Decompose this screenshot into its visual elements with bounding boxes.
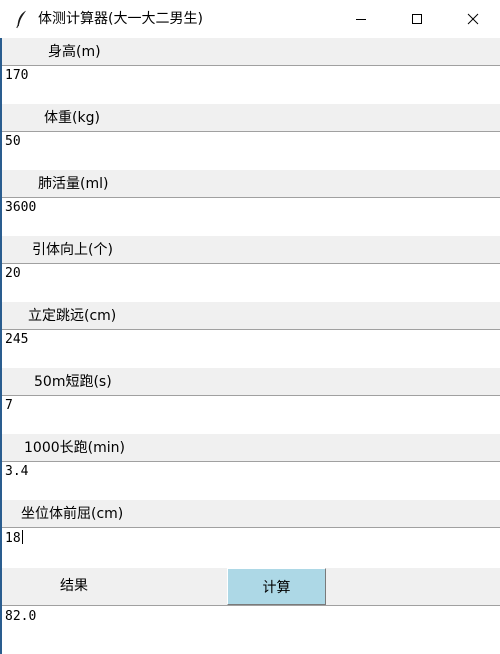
pull-ups-label-row: 引体向上(个) xyxy=(2,236,500,264)
result-row: 结果 计算 xyxy=(2,568,500,606)
feather-icon xyxy=(12,9,32,29)
run-1000m-value: 3.4 xyxy=(5,464,29,479)
result-label: 结果 xyxy=(60,578,88,594)
long-jump-input[interactable]: 245 xyxy=(2,330,500,368)
sit-reach-value: 18 xyxy=(5,530,23,547)
pull-ups-input[interactable]: 20 xyxy=(2,264,500,302)
run-1000m-input[interactable]: 3.4 xyxy=(2,462,500,500)
weight-input[interactable]: 50 xyxy=(2,132,500,170)
pull-ups-value: 20 xyxy=(5,266,21,281)
sit-reach-input[interactable]: 18 xyxy=(2,528,500,568)
long-jump-label: 立定跳远(cm) xyxy=(28,308,117,324)
sprint-50m-label: 50m短跑(s) xyxy=(34,374,112,390)
maximize-icon xyxy=(412,14,422,24)
sit-reach-label-row: 坐位体前屈(cm) xyxy=(2,500,500,528)
window-title: 体测计算器(大一大二男生) xyxy=(38,11,203,27)
run-1000m-label: 1000长跑(min) xyxy=(24,440,125,456)
sprint-50m-input[interactable]: 7 xyxy=(2,396,500,434)
long-jump-value: 245 xyxy=(5,332,29,347)
height-value: 170 xyxy=(5,68,29,83)
sit-reach-value-text: 18 xyxy=(5,531,21,546)
pull-ups-label: 引体向上(个) xyxy=(32,242,113,258)
long-jump-label-row: 立定跳远(cm) xyxy=(2,302,500,330)
sit-reach-label: 坐位体前屈(cm) xyxy=(21,506,124,522)
weight-value: 50 xyxy=(5,134,21,149)
text-cursor xyxy=(21,530,23,544)
height-label: 身高(m) xyxy=(48,44,101,60)
minimize-icon xyxy=(356,19,366,20)
calculate-button[interactable]: 计算 xyxy=(227,568,326,605)
weight-label: 体重(kg) xyxy=(44,110,100,126)
vital-capacity-label-row: 肺活量(ml) xyxy=(2,170,500,198)
weight-label-row: 体重(kg) xyxy=(2,104,500,132)
result-value: 82.0 xyxy=(5,609,37,624)
vital-capacity-value: 3600 xyxy=(5,200,37,215)
run-1000m-label-row: 1000长跑(min) xyxy=(2,434,500,462)
sprint-50m-value: 7 xyxy=(5,398,13,413)
result-output: 82.0 xyxy=(2,606,500,654)
maximize-button[interactable] xyxy=(394,0,440,38)
vital-capacity-label: 肺活量(ml) xyxy=(38,176,109,192)
close-button[interactable] xyxy=(450,0,496,38)
minimize-button[interactable] xyxy=(338,0,384,38)
height-input[interactable]: 170 xyxy=(2,66,500,104)
sprint-50m-label-row: 50m短跑(s) xyxy=(2,368,500,396)
vital-capacity-input[interactable]: 3600 xyxy=(2,198,500,236)
close-icon xyxy=(467,13,479,25)
height-label-row: 身高(m) xyxy=(2,38,500,66)
title-bar[interactable]: 体测计算器(大一大二男生) xyxy=(0,0,500,38)
